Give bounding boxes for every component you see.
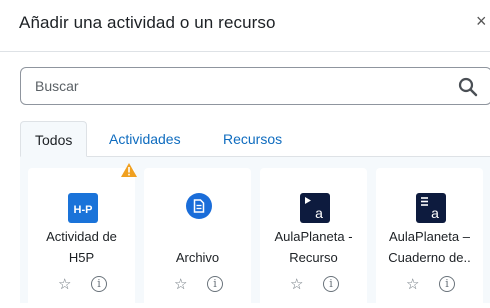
card-actions: ☆ i: [376, 275, 483, 295]
card-label: AulaPlaneta - Recurso: [260, 226, 367, 268]
card-actions: ☆ i: [144, 275, 251, 295]
card-label-line1: AulaPlaneta -: [274, 229, 353, 244]
card-label-line1: Actividad de: [46, 229, 117, 244]
card-actions: ☆ i: [28, 275, 135, 295]
card-label: AulaPlaneta – Cuaderno de..: [376, 226, 483, 268]
h5p-icon: H-P: [68, 193, 98, 223]
aulaplaneta-cuaderno-icon: a: [416, 193, 446, 223]
star-icon[interactable]: ☆: [290, 275, 303, 293]
card-label-line2: Archivo: [175, 250, 220, 265]
warning-icon: [121, 163, 137, 177]
aulaplaneta-icon-text: a: [431, 205, 439, 221]
activity-chooser-modal: Añadir una actividad o un recurso × Todo…: [0, 0, 490, 308]
info-icon[interactable]: i: [323, 276, 339, 292]
search-box: [20, 67, 490, 105]
search-icon[interactable]: [458, 77, 478, 97]
card-label: Archivo: [144, 226, 251, 268]
card-label-line2: Cuaderno de..: [388, 250, 471, 265]
activity-card-h5p[interactable]: H-P Actividad de H5P ☆ i: [28, 168, 135, 308]
card-label-line2: H5P: [68, 250, 95, 265]
card-label-line2: Recurso: [289, 250, 338, 265]
tab-actividades[interactable]: Actividades: [109, 121, 181, 157]
card-actions: ☆ i: [260, 275, 367, 295]
aulaplaneta-icon-text: a: [315, 205, 323, 221]
aulaplaneta-recurso-icon: a: [300, 193, 330, 223]
card-label-line1: AulaPlaneta –: [389, 229, 470, 244]
activity-card-aulaplaneta-recurso[interactable]: a AulaPlaneta - Recurso ☆ i: [260, 168, 367, 308]
info-icon[interactable]: i: [91, 276, 107, 292]
search-input[interactable]: [35, 68, 435, 104]
modal-header: Añadir una actividad o un recurso ×: [0, 0, 490, 52]
h5p-icon-text: H-P: [74, 204, 93, 216]
info-icon[interactable]: i: [439, 276, 455, 292]
card-label: Actividad de H5P: [28, 226, 135, 268]
close-button[interactable]: ×: [476, 12, 487, 30]
activity-card-aulaplaneta-cuaderno[interactable]: a AulaPlaneta – Cuaderno de.. ☆ i: [376, 168, 483, 308]
tab-list: Todos Actividades Recursos: [20, 121, 490, 157]
info-icon[interactable]: i: [207, 276, 223, 292]
file-icon: [186, 193, 212, 219]
tab-recursos[interactable]: Recursos: [223, 121, 282, 157]
star-icon[interactable]: ☆: [406, 275, 419, 293]
star-icon[interactable]: ☆: [58, 275, 71, 293]
activity-card-archivo[interactable]: Archivo ☆ i: [144, 168, 251, 308]
star-icon[interactable]: ☆: [174, 275, 187, 293]
card-label-line1: [144, 226, 251, 247]
tab-todos[interactable]: Todos: [20, 121, 88, 157]
modal-title: Añadir una actividad o un recurso: [19, 13, 276, 32]
